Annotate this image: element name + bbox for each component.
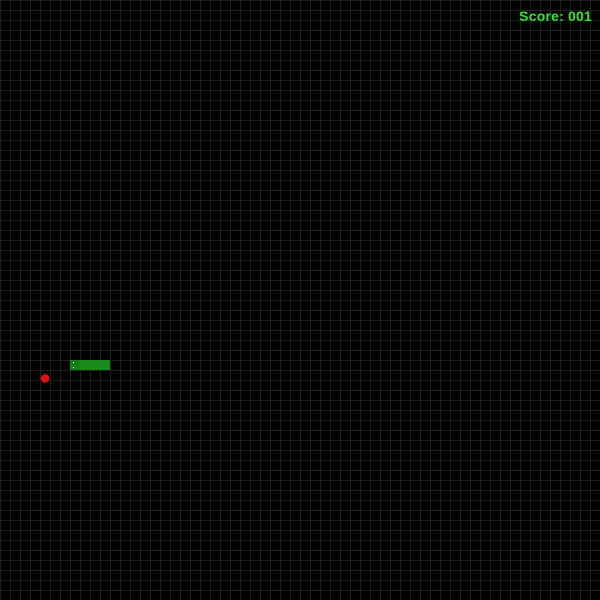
snake-segment <box>100 360 110 370</box>
apple-icon <box>40 373 50 383</box>
snake-eye <box>73 362 74 363</box>
score-display: Score: 001 <box>519 8 592 24</box>
apple-body <box>40 374 50 383</box>
snake-eye <box>73 367 74 368</box>
snake <box>70 360 110 370</box>
snake-segment <box>80 360 90 370</box>
apple-stem <box>44 373 46 375</box>
snake-head <box>70 360 80 370</box>
game-board[interactable]: Score: 001 <box>0 0 600 600</box>
snake-segment <box>90 360 100 370</box>
food-apple-icon <box>40 370 50 383</box>
